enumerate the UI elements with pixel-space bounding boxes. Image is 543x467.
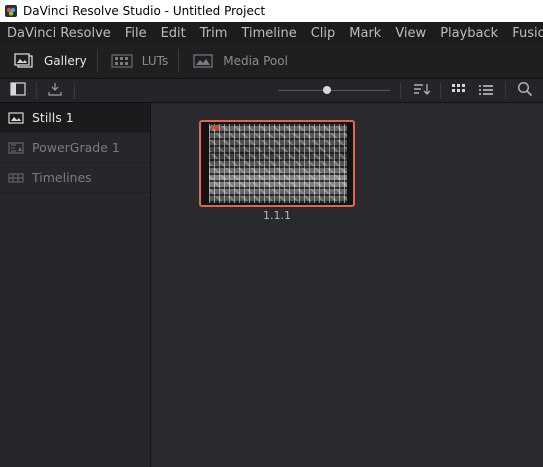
sidebar-item-label: Stills 1 <box>32 110 74 125</box>
menu-trim[interactable]: Trim <box>193 26 235 41</box>
menu-timeline[interactable]: Timeline <box>234 26 303 41</box>
panel-mode-bar: Gallery LUTs Media Pool <box>0 44 543 79</box>
still-thumbnail[interactable] <box>199 120 355 207</box>
stills-icon <box>8 111 24 124</box>
media-pool-icon <box>191 53 215 69</box>
sidebar-item-label: Timelines <box>32 170 92 185</box>
sort-button[interactable] <box>406 79 438 102</box>
menu-davinci-resolve[interactable]: DaVinci Resolve <box>0 26 118 41</box>
menu-fusion[interactable]: Fusion <box>505 26 543 41</box>
gallery-tab[interactable]: Gallery <box>0 44 97 78</box>
gallery-tab-label: Gallery <box>44 54 87 68</box>
thumbnail-size-slider-knob[interactable] <box>323 86 331 94</box>
sidebar-item-label: PowerGrade 1 <box>32 140 120 155</box>
luts-icon <box>110 53 134 69</box>
still-marker-icon <box>211 125 219 129</box>
luts-tab[interactable]: LUTs <box>98 44 178 78</box>
gallery-toolbar <box>0 79 543 103</box>
davinci-resolve-icon <box>5 5 17 17</box>
thumbnail-size-slider[interactable] <box>278 90 390 91</box>
sort-icon <box>413 81 431 100</box>
toolbar-divider <box>400 82 401 99</box>
gallery-icon <box>12 53 36 69</box>
import-button[interactable] <box>37 79 73 102</box>
window-title: DaVinci Resolve Studio - Untitled Projec… <box>23 4 266 18</box>
still-label: 1.1.1 <box>263 209 291 222</box>
toolbar-divider <box>74 82 75 99</box>
menu-file[interactable]: File <box>118 26 154 41</box>
sidebar-item-stills-1[interactable]: Stills 1 <box>0 103 150 133</box>
still-image <box>209 124 347 203</box>
powergrade-icon <box>8 142 24 154</box>
media-pool-tab[interactable]: Media Pool <box>179 44 298 78</box>
grid-view-button[interactable] <box>447 79 471 102</box>
menu-playback[interactable]: Playback <box>433 26 505 41</box>
search-icon <box>517 81 533 101</box>
list-view-button[interactable] <box>474 79 498 102</box>
sidebar-toggle-button[interactable] <box>0 79 35 102</box>
album-sidebar: Stills 1 PowerGrade 1 Timelines <box>0 103 151 467</box>
media-pool-tab-label: Media Pool <box>223 54 288 68</box>
window-titlebar: DaVinci Resolve Studio - Untitled Projec… <box>0 0 543 22</box>
luts-tab-label: LUTs <box>141 54 169 68</box>
toolbar-divider <box>505 82 506 99</box>
grid-view-icon <box>452 81 466 100</box>
menu-mark[interactable]: Mark <box>342 26 388 41</box>
menu-view[interactable]: View <box>388 26 433 41</box>
gallery-content: 1.1.1 <box>151 103 543 467</box>
sidebar-toggle-icon <box>9 81 26 100</box>
timelines-icon <box>8 172 24 184</box>
menu-edit[interactable]: Edit <box>154 26 193 41</box>
toolbar-divider <box>440 82 441 99</box>
list-view-icon <box>479 81 493 100</box>
menu-clip[interactable]: Clip <box>304 26 343 41</box>
import-icon <box>47 81 63 100</box>
sidebar-item-timelines[interactable]: Timelines <box>0 163 150 193</box>
menu-bar: DaVinci Resolve File Edit Trim Timeline … <box>0 22 543 44</box>
sidebar-item-powergrade-1[interactable]: PowerGrade 1 <box>0 133 150 163</box>
search-button[interactable] <box>510 79 540 102</box>
